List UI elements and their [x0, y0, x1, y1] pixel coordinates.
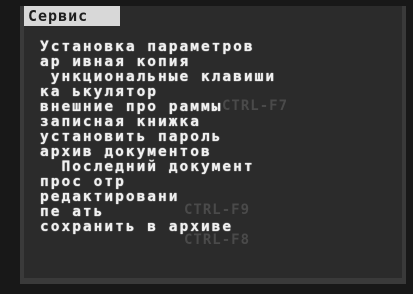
menu-item-calculator[interactable]: ка ькулятор — [40, 85, 276, 100]
menu-item-save-to-archive[interactable]: сохранить в архиве — [40, 220, 276, 235]
menu-item-edit[interactable]: редактировани — [40, 190, 276, 205]
menu-item-document-archive[interactable]: архив документов — [40, 145, 276, 160]
menu-item-external-programs[interactable]: внешние про раммы — [40, 100, 276, 115]
menu-item-notebook[interactable]: записная книжка — [40, 115, 276, 130]
menu-item-view[interactable]: прос отр — [40, 175, 276, 190]
menu-item-print[interactable]: пе ать — [40, 205, 276, 220]
menu-title[interactable]: Сервис — [24, 6, 120, 26]
menu-list: Установка параметров ар ивная копия ункц… — [40, 40, 276, 235]
menu-item-settings[interactable]: Установка параметров — [40, 40, 276, 55]
menu-item-backup[interactable]: ар ивная копия — [40, 55, 276, 70]
menu-item-set-password[interactable]: установить пароль — [40, 130, 276, 145]
menu-item-last-document[interactable]: Последний документ — [40, 160, 276, 175]
menu-item-function-keys[interactable]: ункциональные клавиши — [40, 70, 276, 85]
service-menu: Сервис CTRL-F7 CTRL-F9 CTRL-F8 Установка… — [20, 6, 406, 284]
